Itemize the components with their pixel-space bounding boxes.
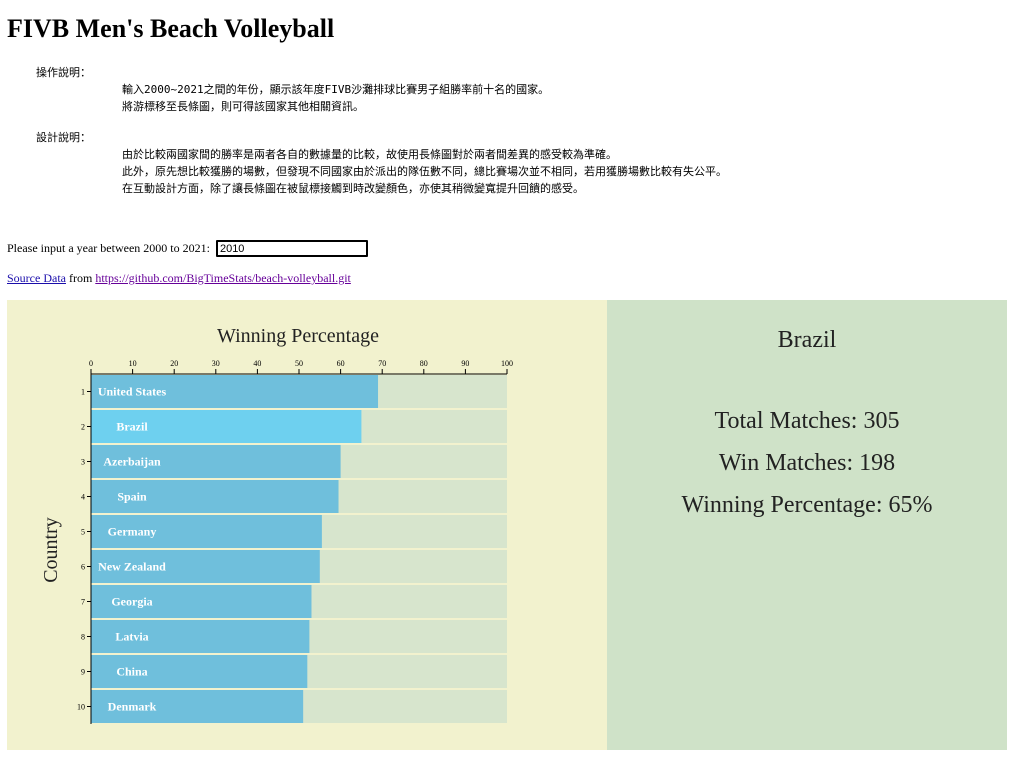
- bar-label: Spain: [117, 490, 147, 504]
- design-line: 由於比較兩國家間的勝率是兩者各自的數據量的比較，故使用長條圖對於兩者間差異的感受…: [122, 148, 617, 161]
- x-tick-label: 30: [212, 359, 220, 368]
- source-data-link[interactable]: Source Data: [7, 271, 66, 285]
- y-tick-label: 7: [81, 598, 85, 607]
- y-tick-label: 1: [81, 388, 85, 397]
- y-tick-label: 4: [81, 493, 85, 502]
- year-input[interactable]: [215, 240, 368, 257]
- bar-label: Azerbaijan: [103, 455, 161, 469]
- design-line: 此外，原先想比較獲勝的場數，但發現不同國家由於派出的隊伍數不同，總比賽場次並不相…: [122, 165, 727, 178]
- bar-label: Latvia: [115, 630, 148, 644]
- x-tick-label: 20: [170, 359, 178, 368]
- source-row: Source Data from https://github.com/BigT…: [7, 271, 351, 286]
- design-notes: 設計說明： 由於比較兩國家間的勝率是兩者各自的數據量的比較，故使用長條圖對於兩者…: [36, 129, 996, 197]
- source-from-text: from: [68, 271, 93, 285]
- github-link[interactable]: https://github.com/BigTimeStats/beach-vo…: [95, 271, 351, 285]
- bar-label: Denmark: [108, 700, 157, 714]
- x-tick-label: 50: [295, 359, 303, 368]
- y-tick-label: 8: [81, 633, 85, 642]
- y-tick-label: 2: [81, 423, 85, 432]
- y-tick-label: 6: [81, 563, 85, 572]
- x-tick-label: 80: [420, 359, 428, 368]
- bar-label: Brazil: [116, 420, 148, 434]
- country-info-panel: Brazil Total Matches: 305 Win Matches: 1…: [607, 300, 1007, 750]
- operation-line: 將游標移至長條圖，則可得該國家其他相關資訊。: [122, 100, 364, 113]
- year-input-label: Please input a year between 2000 to 2021…: [7, 241, 210, 255]
- bar-label: Georgia: [111, 595, 152, 609]
- x-axis: 0 10 20 30 40 50 60 70 80 90 100: [89, 359, 513, 375]
- x-tick-label: 10: [129, 359, 137, 368]
- bar-label: Germany: [108, 525, 157, 539]
- bar-label: New Zealand: [98, 560, 166, 574]
- y-axis-label: Country: [40, 517, 62, 583]
- bar-label: United States: [98, 385, 167, 399]
- bar-label: China: [116, 665, 147, 679]
- x-tick-label: 40: [253, 359, 261, 368]
- x-tick-label: 60: [337, 359, 345, 368]
- operation-line: 輸入2000~2021之間的年份，顯示該年度FIVB沙灘排球比賽男子組勝率前十名…: [122, 83, 550, 96]
- winning-percentage-chart: Winning Percentage Country 0 10 20 30 40 50 60…: [40, 325, 513, 724]
- y-tick-label: 5: [81, 528, 85, 537]
- info-win-matches: Win Matches: 198: [718, 450, 896, 476]
- page-title: FIVB Men's Beach Volleyball: [7, 14, 335, 43]
- y-axis: 1 2 3 4 5 6 7 8 9 10: [77, 374, 92, 724]
- x-tick-label: 0: [89, 359, 93, 368]
- y-tick-label: 10: [77, 703, 85, 712]
- design-heading: 設計說明：: [36, 131, 91, 144]
- y-tick-label: 3: [81, 458, 85, 467]
- info-total-matches: Total Matches: 305: [714, 408, 900, 434]
- x-tick-label: 90: [461, 359, 469, 368]
- chart-title: Winning Percentage: [217, 325, 379, 347]
- x-tick-label: 70: [378, 359, 386, 368]
- year-input-row: Please input a year between 2000 to 2021…: [7, 240, 368, 257]
- operation-notes: 操作說明： 輸入2000~2021之間的年份，顯示該年度FIVB沙灘排球比賽男子…: [36, 64, 996, 115]
- info-country-name: Brazil: [777, 327, 837, 353]
- x-tick-label: 100: [501, 359, 513, 368]
- instructions: 操作說明： 輸入2000~2021之間的年份，顯示該年度FIVB沙灘排球比賽男子…: [36, 64, 996, 211]
- operation-heading: 操作說明：: [36, 66, 91, 79]
- info-winning-percentage: Winning Percentage: 65%: [681, 492, 933, 518]
- design-line: 在互動設計方面，除了讓長條圖在被鼠標接觸到時改變顏色，亦使其稍微變寬提升回饋的感…: [122, 182, 584, 195]
- y-tick-label: 9: [81, 668, 85, 677]
- bars: United States Brazil Azerbaijan Spain German…: [91, 375, 507, 723]
- chart-panel: Winning Percentage Country 0 10 20 30 40 50 60…: [7, 300, 607, 750]
